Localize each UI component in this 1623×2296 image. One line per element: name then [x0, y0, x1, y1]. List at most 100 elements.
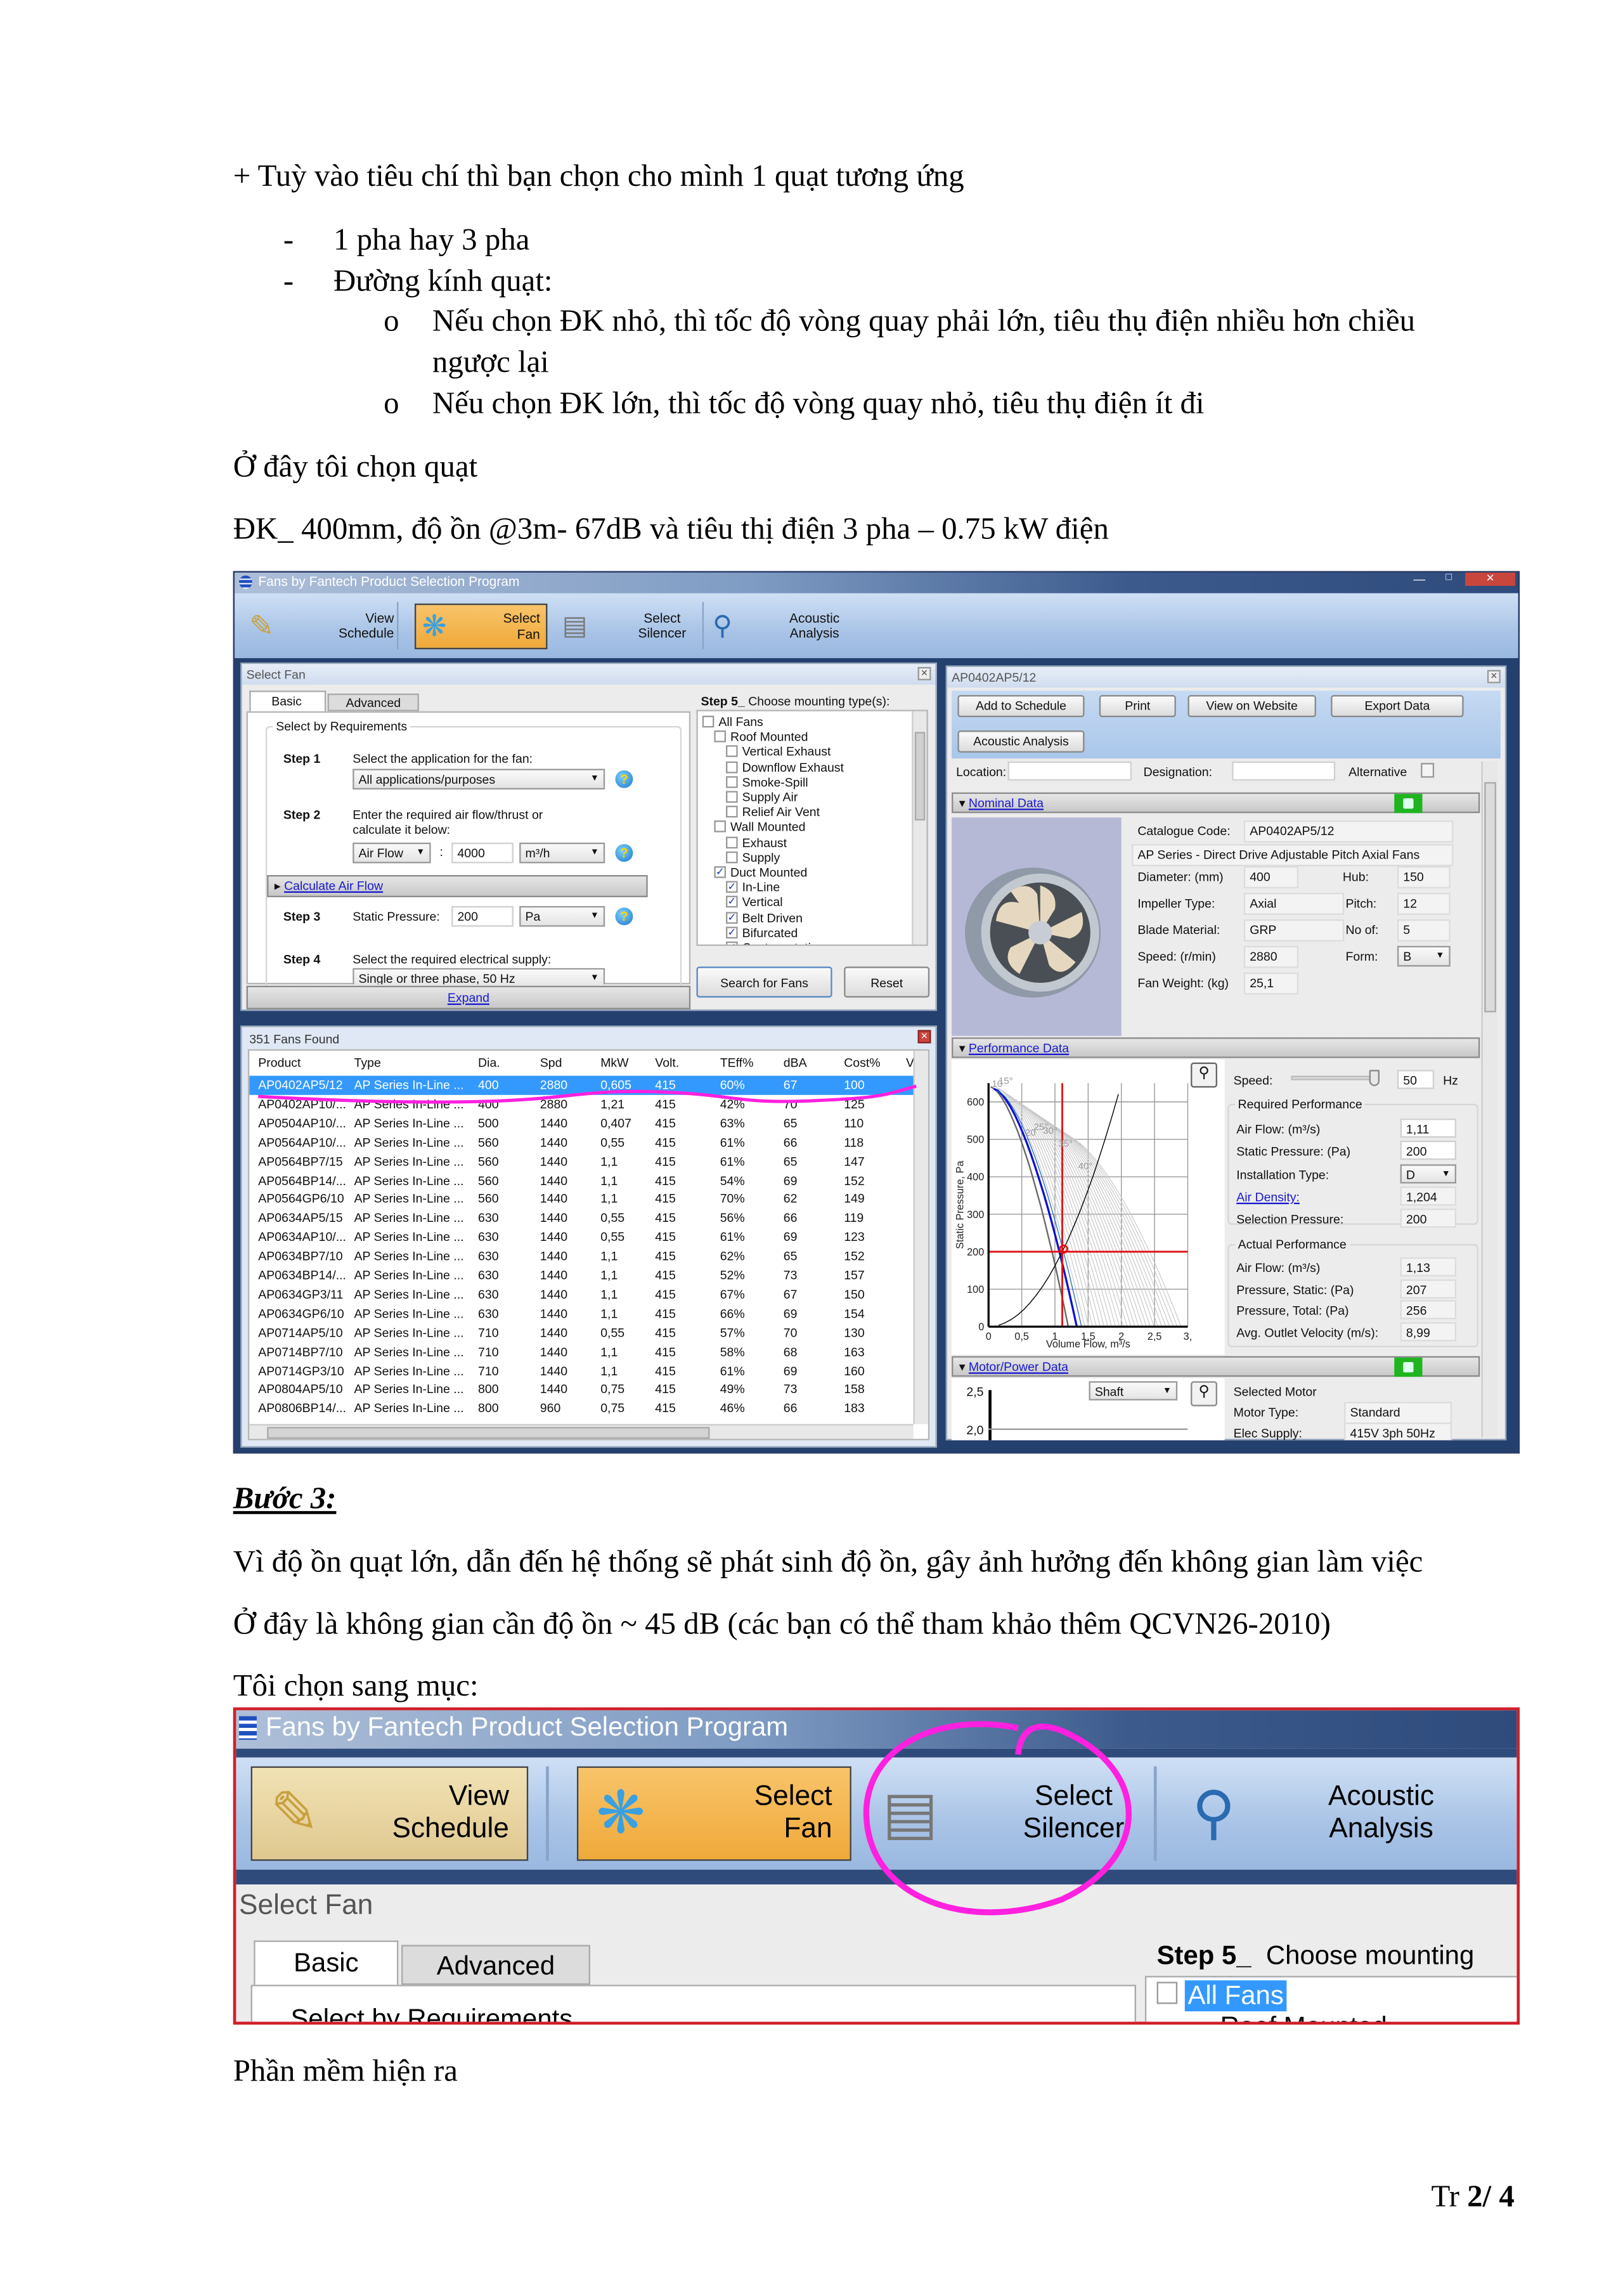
close-window-button[interactable]: ✕ [1465, 572, 1516, 586]
field-label[interactable]: Air Density: [1236, 1190, 1300, 1204]
checkbox[interactable]: ✓ [726, 941, 738, 945]
checkbox[interactable]: ✓ [726, 911, 738, 923]
table-row[interactable]: AP0806BP14/... AP Series In-Line ... 800 96… [249, 1399, 913, 1418]
speed-hz-input[interactable]: 50 [1397, 1070, 1435, 1089]
select-fan-button[interactable]: ❋ Select Fan [414, 603, 548, 649]
checkbox[interactable] [726, 746, 738, 758]
reset-button[interactable]: Reset [844, 966, 930, 998]
flow-mode-dropdown[interactable]: Air Flow [352, 842, 431, 864]
field-value[interactable]: 200 [1400, 1141, 1457, 1160]
calculate-air-flow-link[interactable]: Calculate Air Flow [284, 878, 383, 893]
alternative-checkbox[interactable] [1421, 763, 1435, 778]
acoustic-analysis-button[interactable]: ⚲ Acoustic Analysis [713, 602, 839, 649]
table-cell: 630 [478, 1229, 499, 1245]
designation-input[interactable] [1232, 761, 1336, 781]
help-icon[interactable]: ? [615, 844, 633, 862]
table-row[interactable]: AP0634GP3/11 AP Series In-Line ... 630 1440… [249, 1285, 913, 1304]
calculate-air-flow-bar[interactable]: ▸ Calculate Air Flow [267, 875, 648, 897]
choice-text: Ở đây tôi chọn quạt [233, 448, 478, 484]
search-for-fans-button[interactable]: Search for Fans [696, 966, 832, 998]
select-silencer-button[interactable]: ▤ Select Silencer [562, 602, 686, 649]
table-cell: 1,1 [600, 1363, 618, 1378]
checkbox[interactable] [726, 851, 738, 863]
maximize-button[interactable]: □ [1435, 573, 1462, 585]
table-horizontal-scrollbar[interactable] [249, 1424, 914, 1439]
checkbox[interactable]: ✓ [726, 881, 738, 893]
add-to-schedule-button[interactable]: Add to Schedule [957, 695, 1085, 718]
nominal-data-header[interactable]: ▾ Nominal Data [952, 792, 1480, 814]
table-row[interactable]: AP0634BP14/... AP Series In-Line ... 630 14… [249, 1266, 913, 1285]
scroll-thumb[interactable] [267, 1427, 710, 1439]
speed-slider[interactable] [1291, 1070, 1380, 1086]
airflow-unit-dropdown[interactable]: m³/h [519, 842, 605, 864]
table-row[interactable]: AP0634BP7/10 AP Series In-Line ... 630 1440… [249, 1247, 913, 1266]
close-detail-button[interactable]: ✕ [1487, 670, 1501, 684]
table-row[interactable]: AP0564BP7/15 AP Series In-Line ... 560 1440… [249, 1152, 913, 1171]
export-data-button[interactable]: Export Data [1331, 695, 1464, 718]
installation-type-dropdown[interactable]: D [1400, 1164, 1457, 1183]
view-schedule-button[interactable]: ✎ View Schedule [249, 602, 394, 649]
acoustic-analysis-detail-button[interactable]: Acoustic Analysis [957, 730, 1085, 753]
checkbox[interactable] [702, 715, 715, 728]
table-cell: AP0564GP6/10 [258, 1191, 344, 1207]
checkbox[interactable] [726, 836, 738, 848]
application-dropdown[interactable]: All applications/purposes [352, 769, 605, 790]
expand-link[interactable]: Expand [448, 990, 489, 1005]
performance-data-header[interactable]: ▾ Performance Data [952, 1037, 1480, 1058]
detail-scrollbar[interactable] [1481, 761, 1498, 1437]
nominal-data-link[interactable]: Nominal Data [969, 795, 1044, 810]
slider-thumb[interactable] [1369, 1070, 1380, 1086]
expand-bar[interactable]: Expand [246, 985, 691, 1009]
location-input[interactable] [1007, 761, 1132, 781]
field-value[interactable]: 1,11 [1400, 1119, 1457, 1138]
table-row[interactable]: AP0564BP14/... AP Series In-Line ... 560 14… [249, 1171, 913, 1190]
pressure-unit-dropdown[interactable]: Pa [519, 905, 605, 927]
table-row[interactable]: AP0634GP6/10 AP Series In-Line ... 630 1440… [249, 1304, 913, 1323]
checkbox[interactable]: ✓ [726, 926, 738, 938]
close-panel-button[interactable]: ✕ [917, 666, 931, 680]
tab-advanced[interactable]: Advanced [327, 693, 419, 711]
scroll-thumb[interactable] [914, 732, 926, 820]
form-dropdown[interactable]: B [1397, 945, 1451, 967]
help-icon[interactable]: ? [615, 770, 633, 788]
airflow-input[interactable]: 4000 [451, 842, 514, 864]
table-cell: AP0564BP14/... [258, 1172, 346, 1188]
minimize-button[interactable]: — [1406, 573, 1433, 586]
tree-scrollbar[interactable] [912, 711, 927, 945]
checkbox[interactable] [714, 820, 727, 833]
field-label: Installation Type: [1236, 1166, 1329, 1182]
checkbox[interactable] [726, 760, 738, 773]
view-on-website-button[interactable]: View on Website [1187, 695, 1316, 718]
motor-power-data-link[interactable]: Motor/Power Data [969, 1359, 1068, 1373]
table-row[interactable]: AP0714AP5/10 AP Series In-Line ... 710 1440… [249, 1323, 913, 1342]
zoom-motor-chart-button[interactable]: ⚲ [1191, 1381, 1217, 1406]
performance-data-link[interactable]: Performance Data [969, 1041, 1069, 1055]
checkbox[interactable] [726, 791, 738, 803]
table-cell: 65 [783, 1249, 798, 1264]
table-row[interactable]: AP0634AP5/15 AP Series In-Line ... 630 1440… [249, 1209, 913, 1228]
static-pressure-input[interactable]: 200 [451, 905, 514, 927]
table-row[interactable]: AP0804AP5/10 AP Series In-Line ... 800 1440… [249, 1380, 913, 1399]
table-row[interactable]: AP0714GP3/10 AP Series In-Line ... 710 1440… [249, 1361, 913, 1380]
print-icon[interactable] [1394, 794, 1423, 814]
table-cell: AP0806BP14/... [258, 1401, 346, 1416]
tab-basic[interactable]: Basic [249, 691, 327, 711]
table-row[interactable]: AP0564GP6/10 AP Series In-Line ... 560 1440… [249, 1190, 913, 1209]
help-icon[interactable]: ? [615, 907, 633, 926]
table-row[interactable]: AP0634AP10/... AP Series In-Line ... 630 14… [249, 1228, 913, 1247]
checkbox[interactable]: ✓ [726, 896, 738, 909]
motor-chart-mode-dropdown[interactable]: Shaft [1089, 1381, 1178, 1401]
scroll-thumb[interactable] [1484, 782, 1496, 1013]
zoom-chart-button[interactable]: ⚲ [1191, 1062, 1217, 1088]
print-icon[interactable] [1394, 1358, 1423, 1377]
checkbox[interactable] [726, 775, 738, 788]
performance-fields: Speed: 50 Hz Required Performance Air Fl… [1227, 1060, 1481, 1354]
motor-power-data-header[interactable]: ▾ Motor/Power Data [952, 1356, 1480, 1377]
checkbox[interactable]: ✓ [714, 866, 727, 878]
table-row[interactable]: AP0714BP7/10 AP Series In-Line ... 710 1440… [249, 1342, 913, 1361]
checkbox[interactable] [726, 806, 738, 818]
electrical-supply-dropdown[interactable]: Single or three phase, 50 Hz [352, 968, 605, 985]
checkbox[interactable] [714, 730, 727, 743]
print-button[interactable]: Print [1099, 695, 1176, 718]
close-results-button[interactable]: ✕ [917, 1030, 931, 1044]
